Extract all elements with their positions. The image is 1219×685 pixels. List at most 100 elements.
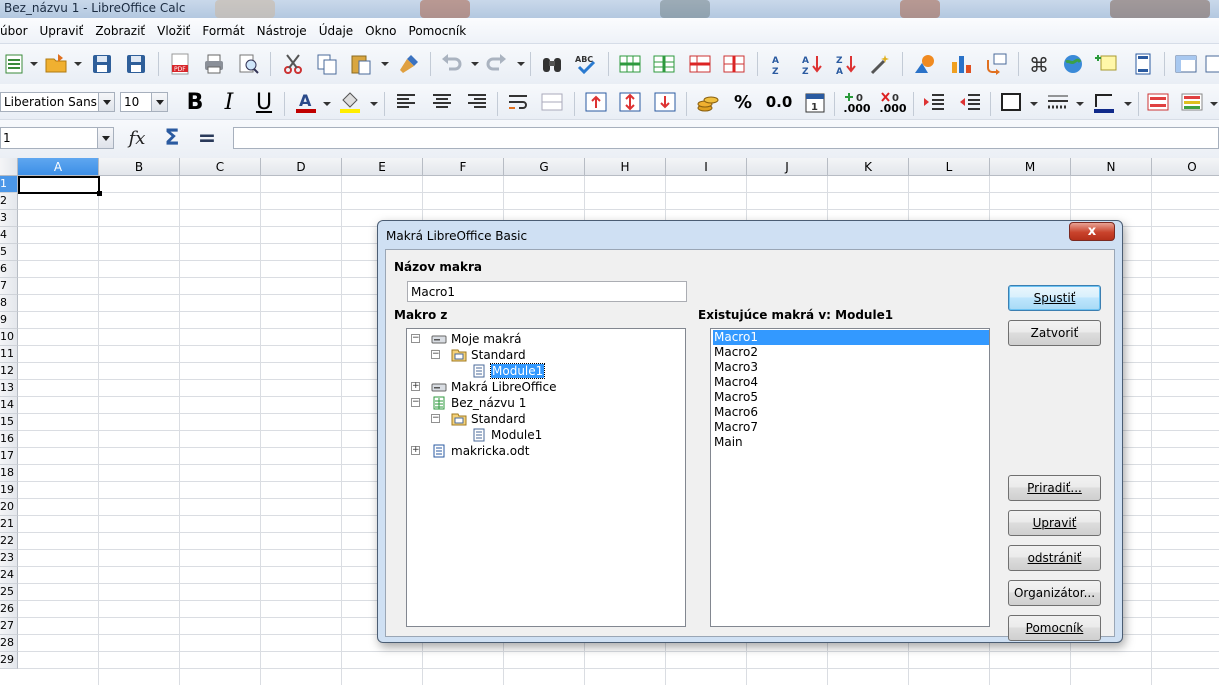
row-header[interactable]: 14	[0, 397, 18, 414]
export-pdf-button[interactable]: PDF	[166, 50, 194, 78]
column-header[interactable]: J	[747, 158, 828, 176]
hyperlink-button[interactable]	[1059, 50, 1087, 78]
row-header[interactable]: 24	[0, 567, 18, 584]
increase-indent-button[interactable]	[920, 88, 948, 116]
underline-button[interactable]: U	[250, 88, 278, 116]
macro-list-item[interactable]: Macro2	[713, 345, 989, 360]
row-header[interactable]: 2	[0, 193, 18, 210]
row-header[interactable]: 25	[0, 584, 18, 601]
borders-dropdown-arrow[interactable]	[1030, 102, 1038, 108]
row-header[interactable]: 18	[0, 465, 18, 482]
assign-button[interactable]: Priradiť...	[1008, 475, 1101, 501]
column-header[interactable]: L	[909, 158, 990, 176]
sort-ascending-button[interactable]: AZ	[798, 50, 826, 78]
macro-list-item[interactable]: Macro6	[713, 405, 989, 420]
row-header[interactable]: 9	[0, 312, 18, 329]
collapse-icon[interactable]: −	[431, 350, 440, 359]
sort-button[interactable]: AZ	[764, 50, 792, 78]
column-header[interactable]: E	[342, 158, 423, 176]
align-right-button[interactable]	[463, 88, 491, 116]
align-bottom-button[interactable]	[651, 88, 679, 116]
sort-descending-button[interactable]: ZA	[832, 50, 860, 78]
add-decimal-button[interactable]: 0 .000	[841, 88, 873, 116]
redo-dropdown-arrow[interactable]	[517, 62, 525, 68]
function-wizard-button[interactable]: fx	[123, 124, 151, 152]
row-header[interactable]: 3	[0, 210, 18, 227]
row-header[interactable]: 17	[0, 448, 18, 465]
tree-item[interactable]: Moje makrá	[431, 331, 522, 347]
print-preview-button[interactable]	[234, 50, 262, 78]
collapse-icon[interactable]: −	[411, 398, 420, 407]
row-header[interactable]: 13	[0, 380, 18, 397]
border-style-button[interactable]	[1044, 88, 1072, 116]
menu-edit[interactable]: Upraviť	[34, 24, 90, 38]
column-header[interactable]: B	[99, 158, 180, 176]
tree-item[interactable]: makricka.odt	[431, 443, 529, 459]
border-color-dropdown-arrow[interactable]	[1124, 102, 1132, 108]
paste-dropdown-arrow[interactable]	[381, 62, 389, 68]
help-button[interactable]: Pomocník	[1008, 615, 1101, 641]
collapse-icon[interactable]: −	[431, 414, 440, 423]
row-header[interactable]: 8	[0, 295, 18, 312]
autofilter-button[interactable]	[866, 50, 894, 78]
cut-button[interactable]	[279, 50, 307, 78]
row-header[interactable]: 4	[0, 227, 18, 244]
new-dropdown-arrow[interactable]	[30, 62, 38, 68]
menu-help[interactable]: Pomocník	[403, 24, 473, 38]
conditional-format-button[interactable]	[1144, 88, 1172, 116]
insert-rows-button[interactable]	[616, 50, 644, 78]
pivot-table-button[interactable]	[982, 50, 1010, 78]
delete-columns-button[interactable]	[720, 50, 748, 78]
row-header[interactable]: 26	[0, 601, 18, 618]
row-header[interactable]: 7	[0, 278, 18, 295]
copy-button[interactable]	[313, 50, 341, 78]
undo-dropdown-arrow[interactable]	[471, 62, 479, 68]
macro-list-item[interactable]: Macro7	[713, 420, 989, 435]
spelling-button[interactable]: ABC	[572, 50, 600, 78]
highlight-dropdown-arrow[interactable]	[370, 102, 378, 108]
insert-image-button[interactable]	[911, 50, 939, 78]
organizer-button[interactable]: Organizátor...	[1008, 580, 1101, 606]
row-header[interactable]: 27	[0, 618, 18, 635]
split-window-button[interactable]	[1202, 50, 1219, 78]
select-all-corner[interactable]	[0, 158, 18, 176]
column-header[interactable]: F	[423, 158, 504, 176]
row-header[interactable]: 28	[0, 635, 18, 652]
paste-button[interactable]	[347, 50, 375, 78]
dialog-close-button[interactable]: x	[1069, 222, 1115, 241]
save-button[interactable]	[88, 50, 116, 78]
merge-cells-button[interactable]	[538, 88, 566, 116]
special-character-button[interactable]: ⌘	[1025, 50, 1053, 78]
font-size-select[interactable]: 10	[120, 92, 168, 112]
row-header[interactable]: 29	[0, 652, 18, 669]
macro-list-item[interactable]: Macro1	[713, 330, 989, 345]
macro-list-item[interactable]: Macro5	[713, 390, 989, 405]
row-header[interactable]: 5	[0, 244, 18, 261]
menu-insert[interactable]: Vložiť	[151, 24, 196, 38]
collapse-icon[interactable]: −	[411, 334, 420, 343]
row-header[interactable]: 19	[0, 482, 18, 499]
chevron-down-icon[interactable]	[151, 93, 167, 111]
number-format-button[interactable]: 0.0	[763, 88, 795, 116]
font-name-select[interactable]: Liberation Sans	[0, 92, 115, 112]
macro-name-input[interactable]: Macro1	[407, 281, 687, 302]
run-button[interactable]: Spustiť	[1008, 285, 1101, 311]
row-header[interactable]: 6	[0, 261, 18, 278]
delete-decimal-button[interactable]: 0 .000	[877, 88, 909, 116]
formula-button[interactable]: =	[193, 124, 221, 152]
column-header[interactable]: D	[261, 158, 342, 176]
menu-tools[interactable]: Nástroje	[251, 24, 313, 38]
decrease-indent-button[interactable]	[956, 88, 984, 116]
column-header[interactable]: C	[180, 158, 261, 176]
column-header[interactable]: A	[18, 158, 99, 176]
edit-button[interactable]: Upraviť	[1008, 510, 1101, 536]
expand-icon[interactable]: +	[411, 382, 420, 391]
column-header[interactable]: N	[1071, 158, 1152, 176]
comment-button[interactable]	[1093, 50, 1121, 78]
macro-library-tree[interactable]: − Moje makrá − Standard Module1 + Makrá LibreO…	[406, 328, 686, 627]
column-header[interactable]: O	[1152, 158, 1219, 176]
headers-footers-button[interactable]	[1129, 50, 1157, 78]
menu-view[interactable]: Zobraziť	[89, 24, 151, 38]
find-replace-button[interactable]	[538, 50, 566, 78]
border-color-button[interactable]	[1090, 88, 1118, 116]
